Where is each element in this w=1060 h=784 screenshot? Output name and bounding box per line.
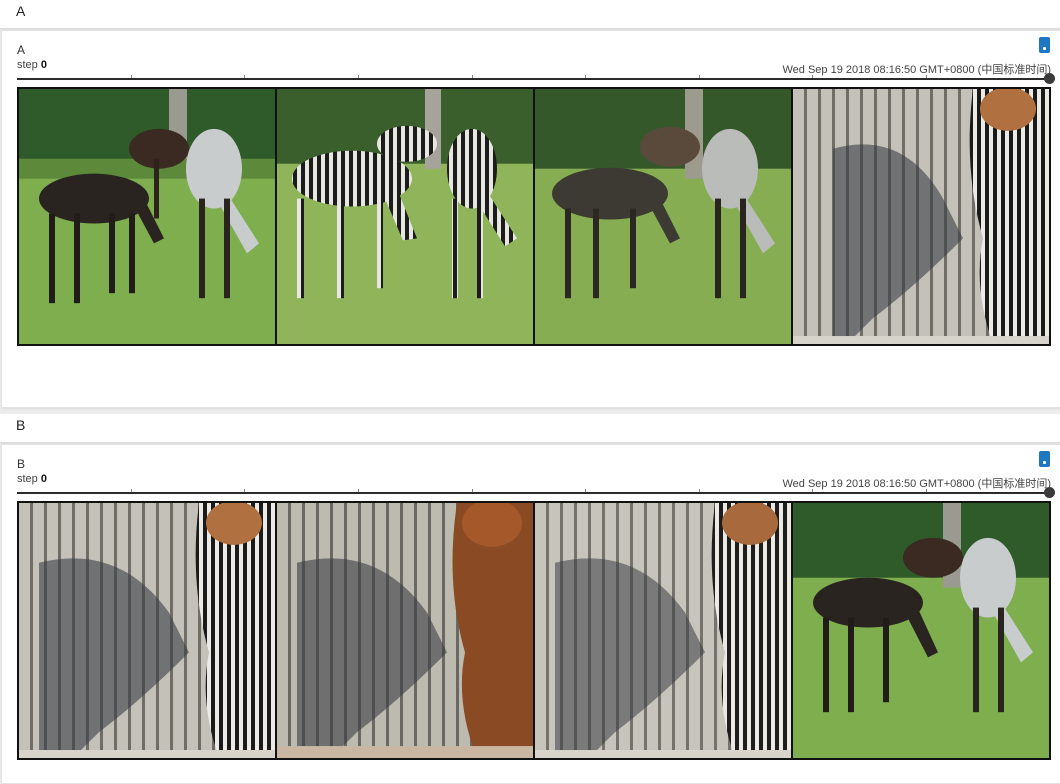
- timestamp: Wed Sep 19 2018 08:16:50 GMT+0800 (中国标准时…: [782, 478, 1051, 490]
- image-fence-horse: [275, 503, 533, 758]
- image-fence-zebra-reconstructed: [533, 503, 791, 758]
- expand-toggle-button[interactable]: [1039, 451, 1050, 467]
- image-horses-pasture: [19, 89, 275, 344]
- expand-toggle-button[interactable]: [1039, 37, 1050, 53]
- image-fence-zebra: [19, 503, 275, 758]
- image-card-a: A step 0 Wed Sep 19 2018 08:16:50 GMT+08…: [1, 30, 1060, 408]
- step-indicator: step 0: [17, 473, 47, 485]
- image-strip: [17, 87, 1051, 346]
- image-card-b: B step 0 Wed Sep 19 2018 08:16:50 GMT+08…: [1, 444, 1060, 784]
- slider-thumb[interactable]: [1044, 73, 1055, 84]
- image-zebras-pasture: [275, 89, 533, 344]
- step-slider[interactable]: [17, 487, 1055, 498]
- image-fence-zebra: [791, 89, 1049, 344]
- image-horses-pasture: [791, 503, 1049, 758]
- image-horses-reconstructed: [533, 89, 791, 344]
- image-strip: [17, 501, 1051, 760]
- timestamp: Wed Sep 19 2018 08:16:50 GMT+0800 (中国标准时…: [782, 64, 1051, 76]
- section-header-b[interactable]: B: [0, 414, 1060, 443]
- card-title: B: [17, 457, 26, 471]
- section-title: A: [16, 3, 26, 19]
- section-header-a[interactable]: A: [0, 0, 1060, 29]
- step-indicator: step 0: [17, 59, 47, 71]
- section-title: B: [16, 417, 26, 433]
- card-title: A: [17, 43, 26, 57]
- step-slider[interactable]: [17, 73, 1055, 84]
- slider-thumb[interactable]: [1044, 487, 1055, 498]
